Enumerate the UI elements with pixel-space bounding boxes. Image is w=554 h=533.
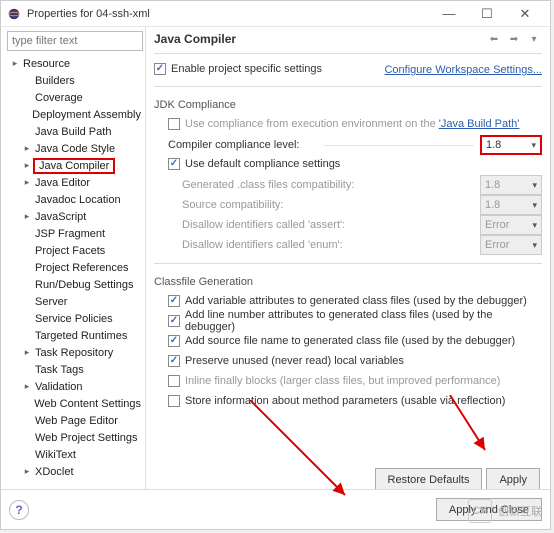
configure-workspace-link[interactable]: Configure Workspace Settings...: [384, 64, 542, 76]
forward-icon[interactable]: ➡: [506, 31, 522, 47]
back-icon[interactable]: ⬅: [486, 31, 502, 47]
tree-item[interactable]: Deployment Assembly: [7, 106, 143, 123]
cf-source-file-label: Add source file name to generated class …: [185, 335, 515, 347]
tree-item[interactable]: Run/Debug Settings: [7, 276, 143, 293]
menu-icon[interactable]: ▾: [526, 31, 542, 47]
footer: ? Apply and Close: [1, 489, 550, 529]
tree-item[interactable]: Server: [7, 293, 143, 310]
minimize-button[interactable]: —: [430, 3, 468, 25]
tree-item[interactable]: ▸JavaScript: [7, 208, 143, 225]
tree-item[interactable]: Task Tags: [7, 361, 143, 378]
tree-item[interactable]: Service Policies: [7, 310, 143, 327]
apply-and-close-button[interactable]: Apply and Close: [436, 498, 542, 521]
enable-project-specific-checkbox[interactable]: [154, 63, 166, 75]
tree-item[interactable]: Javadoc Location: [7, 191, 143, 208]
cf-inline-finally-checkbox[interactable]: [168, 375, 180, 387]
property-tree[interactable]: ▸Resource BuildersCoverageDeployment Ass…: [7, 55, 143, 487]
cf-var-attrs-label: Add variable attributes to generated cla…: [185, 295, 527, 307]
cf-preserve-unused-checkbox[interactable]: [168, 355, 180, 367]
tree-item[interactable]: ▸XDoclet: [7, 463, 143, 480]
generated-class-compat-label: Generated .class files compatibility:: [182, 179, 480, 191]
tree-item[interactable]: Web Content Settings: [7, 395, 143, 412]
tree-item[interactable]: ▸Task Repository: [7, 344, 143, 361]
maximize-button[interactable]: ☐: [468, 3, 506, 25]
close-button[interactable]: ✕: [506, 3, 544, 25]
apply-button[interactable]: Apply: [486, 468, 540, 489]
tree-item[interactable]: JSP Fragment: [7, 225, 143, 242]
tree-item[interactable]: ▸Validation: [7, 378, 143, 395]
cf-line-numbers-label: Add line number attributes to generated …: [185, 309, 542, 333]
restore-defaults-button[interactable]: Restore Defaults: [375, 468, 483, 489]
eclipse-icon: [7, 7, 21, 21]
tree-item[interactable]: Builders: [7, 72, 143, 89]
cf-store-method-params-label: Store information about method parameter…: [185, 395, 505, 407]
tree-item[interactable]: Targeted Runtimes: [7, 327, 143, 344]
tree-item[interactable]: Project Facets: [7, 242, 143, 259]
tree-item[interactable]: ▸Java Code Style: [7, 140, 143, 157]
tree-item[interactable]: ▸Java Compiler: [7, 157, 143, 174]
generated-class-compat-select: 1.8▾: [480, 175, 542, 195]
use-compliance-env-label: Use compliance from execution environmen…: [185, 118, 519, 130]
page-title: Java Compiler: [154, 32, 486, 46]
use-default-compliance-label: Use default compliance settings: [185, 158, 340, 170]
compiler-compliance-select[interactable]: 1.8▾: [480, 135, 542, 155]
tree-item[interactable]: WikiText: [7, 446, 143, 463]
left-panel: ▸Resource BuildersCoverageDeployment Ass…: [1, 27, 146, 489]
tree-item[interactable]: Java Build Path: [7, 123, 143, 140]
cf-source-file-checkbox[interactable]: [168, 335, 180, 347]
compiler-compliance-label: Compiler compliance level:: [168, 139, 318, 151]
tree-item[interactable]: Web Project Settings: [7, 429, 143, 446]
right-panel: Java Compiler ⬅ ➡ ▾ Enable project speci…: [146, 27, 550, 489]
use-default-compliance-checkbox[interactable]: [168, 158, 180, 170]
classfile-group: Classfile Generation: [154, 276, 542, 288]
filter-input[interactable]: [7, 31, 143, 51]
disallow-enum-label: Disallow identifiers called 'enum':: [182, 239, 480, 251]
tree-root[interactable]: ▸Resource: [7, 55, 143, 72]
tree-item[interactable]: Coverage: [7, 89, 143, 106]
enable-project-specific-label: Enable project specific settings: [171, 63, 322, 75]
cf-inline-finally-label: Inline finally blocks (larger class file…: [185, 375, 500, 387]
source-compat-select: 1.8▾: [480, 195, 542, 215]
window-title: Properties for 04-ssh-xml: [27, 8, 430, 20]
disallow-assert-select: Error▾: [480, 215, 542, 235]
disallow-assert-label: Disallow identifiers called 'assert':: [182, 219, 480, 231]
cf-preserve-unused-label: Preserve unused (never read) local varia…: [185, 355, 404, 367]
cf-line-numbers-checkbox[interactable]: [168, 315, 180, 327]
use-compliance-env-checkbox: [168, 118, 180, 130]
help-icon[interactable]: ?: [9, 500, 29, 520]
cf-store-method-params-checkbox[interactable]: [168, 395, 180, 407]
jdk-compliance-group: JDK Compliance: [154, 99, 542, 111]
source-compat-label: Source compatibility:: [182, 199, 480, 211]
cf-var-attrs-checkbox[interactable]: [168, 295, 180, 307]
titlebar: Properties for 04-ssh-xml — ☐ ✕: [1, 1, 550, 27]
tree-item[interactable]: ▸Java Editor: [7, 174, 143, 191]
disallow-enum-select: Error▾: [480, 235, 542, 255]
tree-item[interactable]: Project References: [7, 259, 143, 276]
tree-item[interactable]: Web Page Editor: [7, 412, 143, 429]
